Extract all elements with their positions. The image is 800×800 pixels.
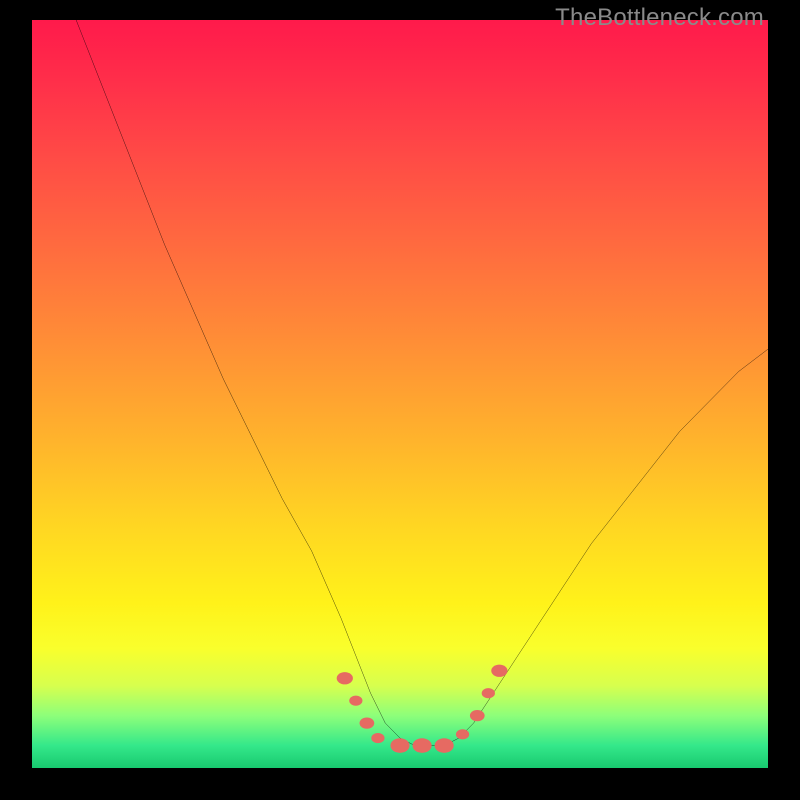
curve-marker (390, 738, 409, 753)
curve-marker (337, 672, 353, 684)
chart-frame: TheBottleneck.com (0, 0, 800, 800)
curve-marker (470, 710, 485, 721)
curve-marker (371, 733, 384, 743)
curve-marker (413, 738, 432, 753)
watermark-text: TheBottleneck.com (555, 4, 764, 32)
plot-area (32, 20, 768, 768)
curve-markers (337, 665, 508, 753)
curve-marker (456, 729, 469, 739)
curve-layer (32, 20, 768, 768)
curve-marker (491, 665, 507, 677)
bottleneck-curve (76, 20, 768, 746)
curve-marker (360, 718, 375, 729)
curve-marker (349, 696, 362, 706)
curve-marker (482, 688, 495, 698)
curve-marker (435, 738, 454, 753)
